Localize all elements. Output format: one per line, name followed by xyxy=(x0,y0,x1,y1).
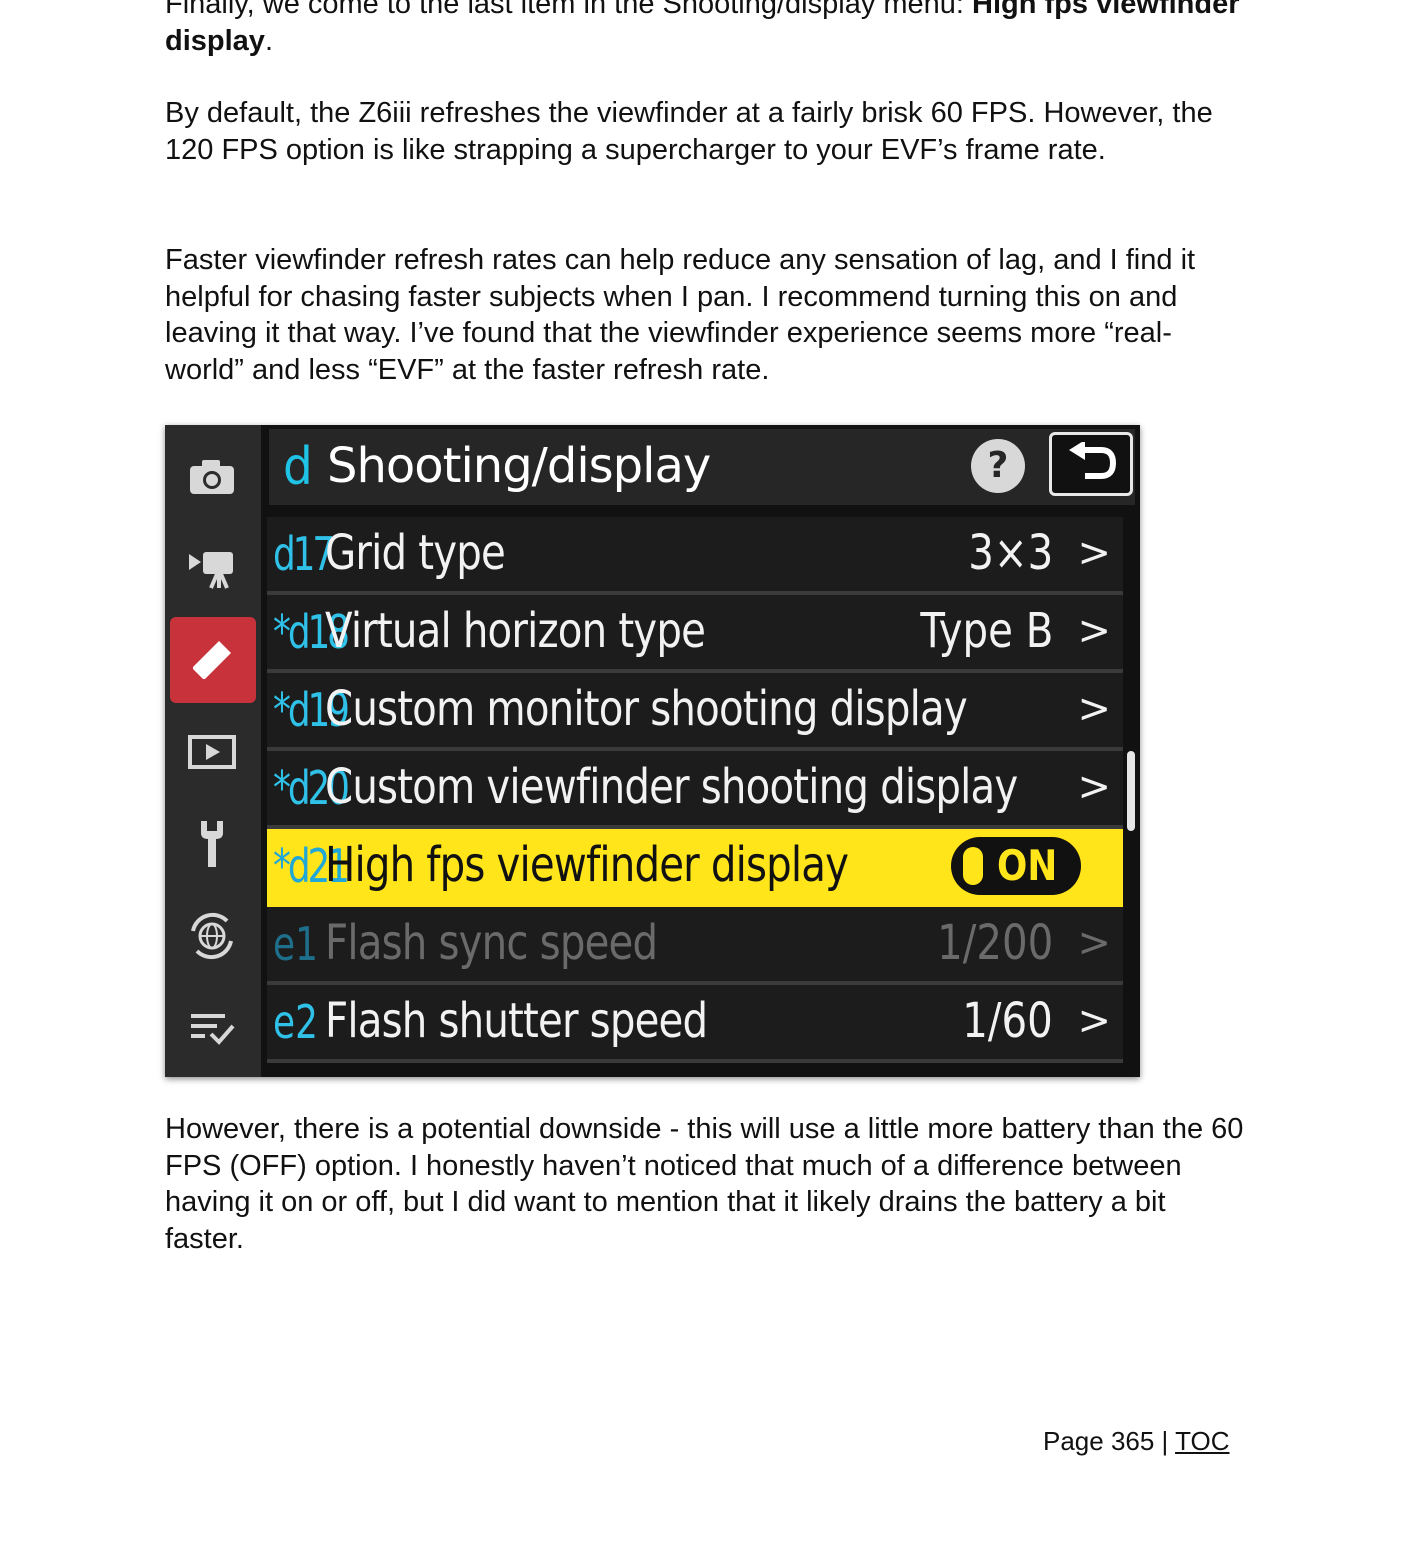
page-footer: Page 365 | TOC xyxy=(1043,1424,1229,1458)
paragraph-downside: However, there is a potential downside -… xyxy=(165,1113,1244,1256)
row-value: 3×3 xyxy=(967,525,1053,581)
menu-row-d19[interactable]: *d19 Custom monitor shooting display > xyxy=(267,673,1123,751)
row-code: e2 xyxy=(273,995,318,1049)
chevron-right-icon: > xyxy=(1077,998,1111,1044)
help-button[interactable]: ? xyxy=(971,439,1025,493)
chevron-right-icon: > xyxy=(1077,920,1111,966)
menu-row-d17[interactable]: d17 Grid type 3×3 > xyxy=(267,517,1123,595)
row-label: High fps viewfinder display xyxy=(325,837,849,893)
row-label: Flash shutter speed xyxy=(325,993,708,1049)
toggle-state-label: ON xyxy=(997,841,1058,890)
page-number: Page 365 | xyxy=(1043,1426,1176,1456)
menu-header: d Shooting/display ? xyxy=(269,429,1135,505)
intro-text-end: . xyxy=(264,24,273,57)
menu-title: Shooting/display xyxy=(327,438,711,494)
row-label: Flash sync speed xyxy=(325,915,658,971)
back-button[interactable] xyxy=(1049,432,1133,496)
menu-row-d18[interactable]: *d18 Virtual horizon type Type B > xyxy=(267,595,1123,673)
pencil-icon[interactable] xyxy=(187,635,237,685)
menu-scrollbar[interactable] xyxy=(1127,751,1135,831)
row-value: Type B xyxy=(919,603,1053,659)
row-label: Virtual horizon type xyxy=(325,603,706,659)
my-menu-icon[interactable] xyxy=(187,1003,237,1053)
wrench-icon[interactable] xyxy=(187,819,237,869)
menu-row-d21-selected[interactable]: *d21 High fps viewfinder display ON xyxy=(267,829,1123,907)
paragraph-default-refresh: By default, the Z6iii refreshes the view… xyxy=(165,97,1213,166)
back-arrow-icon xyxy=(1069,442,1117,479)
toggle-knob xyxy=(963,847,983,885)
row-value: 1/60 xyxy=(962,993,1053,1049)
menu-section-letter: d xyxy=(283,437,313,497)
on-off-toggle[interactable]: ON xyxy=(951,837,1081,895)
intro-paragraph: Finally, we come to the last item in the… xyxy=(165,0,1245,59)
camera-menu-screenshot: d Shooting/display ? d17 Grid type 3×3 >… xyxy=(165,425,1140,1077)
row-value: 1/200 xyxy=(936,915,1053,971)
playback-icon[interactable] xyxy=(187,727,237,777)
menu-row-e1[interactable]: e1 Flash sync speed 1/200 > xyxy=(267,907,1123,985)
chevron-right-icon: > xyxy=(1077,530,1111,576)
row-code: d17 xyxy=(273,527,335,581)
toc-link[interactable]: TOC xyxy=(1175,1426,1229,1456)
paragraph-benefits: Faster viewfinder refresh rates can help… xyxy=(165,244,1196,387)
row-code: e1 xyxy=(273,917,318,971)
menu-row-e2[interactable]: e2 Flash shutter speed 1/60 > xyxy=(267,985,1123,1063)
row-label: Grid type xyxy=(325,525,506,581)
chevron-right-icon: > xyxy=(1077,764,1111,810)
row-label: Custom viewfinder shooting display xyxy=(325,759,1018,815)
chevron-right-icon: > xyxy=(1077,608,1111,654)
movie-camera-icon[interactable] xyxy=(187,543,237,593)
row-label: Custom monitor shooting display xyxy=(325,681,968,737)
intro-text: Finally, we come to the last item in the… xyxy=(165,0,973,20)
network-icon[interactable] xyxy=(187,911,237,961)
menu-tab-rail xyxy=(165,425,261,1077)
chevron-right-icon: > xyxy=(1077,686,1111,732)
menu-row-d20[interactable]: *d20 Custom viewfinder shooting display … xyxy=(267,751,1123,829)
camera-icon[interactable] xyxy=(187,451,237,501)
